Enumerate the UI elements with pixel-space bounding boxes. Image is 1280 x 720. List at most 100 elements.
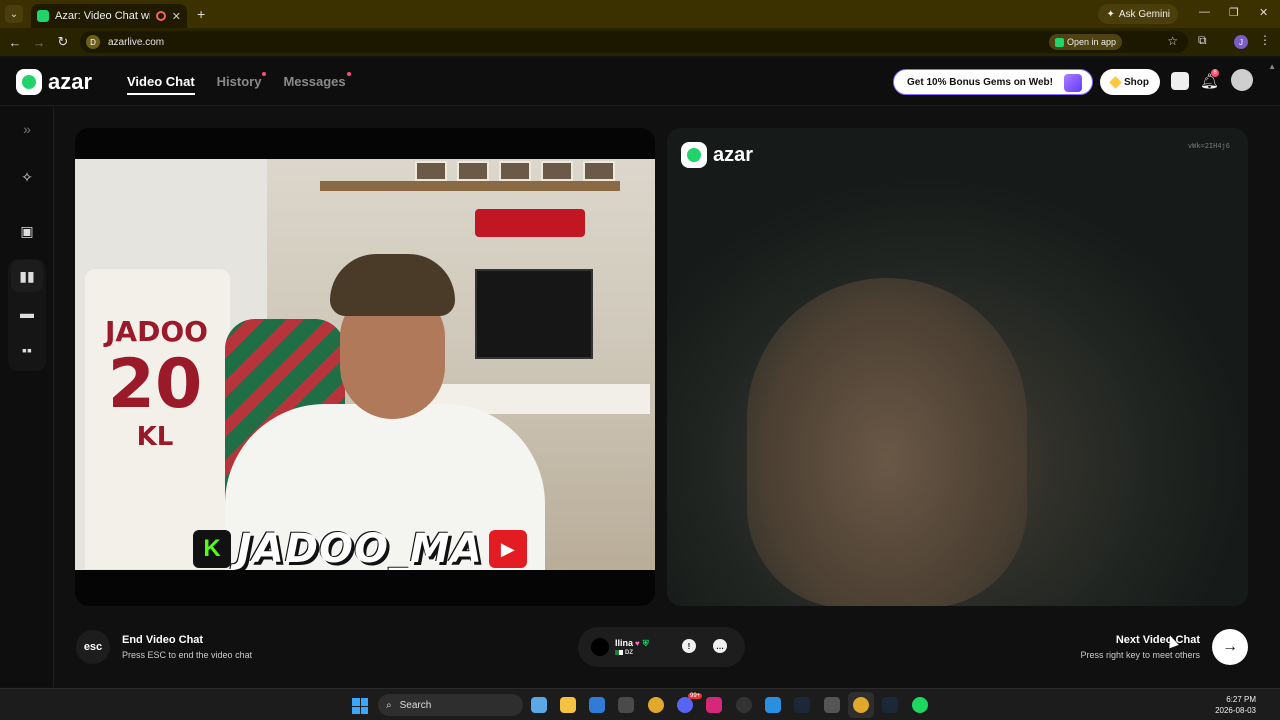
club-scarf: [475, 209, 585, 237]
peer-avatar[interactable]: [591, 638, 609, 656]
file-explorer-icon[interactable]: [560, 697, 576, 713]
scroll-up-arrow-icon[interactable]: ▲: [1268, 62, 1276, 71]
close-tab-icon[interactable]: ✕: [172, 10, 181, 23]
gift-icon: [1064, 74, 1082, 92]
main-nav: Video Chat History Messages: [127, 72, 351, 95]
local-user: [225, 254, 545, 570]
taskbar-search[interactable]: ⌕ Search: [378, 694, 523, 716]
instagram-icon[interactable]: [706, 697, 722, 713]
reload-icon[interactable]: ↻: [51, 34, 75, 50]
discord-badge: 99+: [688, 693, 703, 699]
end-chat-button[interactable]: esc: [76, 630, 110, 664]
sidebar: » ✧ ▣ ▮▮ ▬ ▪▪: [0, 107, 54, 687]
magic-wand-icon[interactable]: ✧: [11, 161, 43, 193]
window-app-icon[interactable]: [824, 697, 840, 713]
bonus-gems-promo-button[interactable]: Get 10% Bonus Gems on Web!: [893, 69, 1093, 95]
wall-shelf: [320, 181, 620, 191]
remote-logo-text: azar: [713, 143, 754, 166]
messages-unread-dot: [346, 72, 351, 76]
jersey-initials: KL: [136, 421, 174, 452]
tab-history[interactable]: History: [217, 72, 267, 95]
jersey-print: JADOO 20 KL: [105, 315, 208, 452]
inbox-icon[interactable]: [1171, 72, 1189, 90]
streamer-name: JADOO_MA: [237, 526, 483, 570]
bookmark-star-icon[interactable]: ☆: [1167, 34, 1178, 48]
chrome-icon[interactable]: [648, 697, 664, 713]
promo-label: Get 10% Bonus Gems on Web!: [907, 76, 1053, 88]
close-window-icon[interactable]: ✕: [1259, 6, 1268, 19]
report-shield-icon[interactable]: !: [682, 639, 696, 653]
next-chat-hint: Press right key to meet others: [1080, 650, 1200, 660]
chat-bubble-icon[interactable]: …: [713, 639, 727, 653]
clock-time: 6:27 PM: [1226, 695, 1256, 704]
app-icon[interactable]: [765, 697, 781, 713]
url-text: azarlive.com: [108, 36, 165, 48]
streamer-overlay: K JADOO_MA ▶: [193, 526, 527, 570]
local-user-hair: [330, 254, 455, 316]
minimize-window-icon[interactable]: —: [1199, 6, 1210, 18]
local-camera-feed: JADOO 20 KL K JADOO_MA ▶: [75, 159, 655, 570]
obs-icon[interactable]: [736, 697, 752, 713]
azar-logo-icon: [16, 69, 42, 95]
azar-logo-icon: [681, 142, 707, 168]
extensions-puzzle-icon[interactable]: ⧉: [1198, 33, 1207, 48]
next-chat-arrow-button[interactable]: →: [1212, 629, 1248, 665]
search-icon: ⌕: [386, 699, 392, 711]
discord-icon[interactable]: [677, 697, 693, 713]
open-in-app-label: Open in app: [1066, 37, 1116, 47]
jersey-name: JADOO: [105, 315, 208, 348]
store-icon[interactable]: [618, 697, 634, 713]
url-field[interactable]: D azarlive.com Open in app ☆: [80, 31, 1188, 53]
remote-video: azar vWk=2IH4j6: [667, 128, 1248, 606]
ask-gemini-button[interactable]: ✦ Ask Gemini: [1098, 4, 1178, 24]
site-info-icon[interactable]: D: [86, 35, 100, 49]
video-chat-area: JADOO 20 KL K JADOO_MA ▶ azar vWk=2IH4j6: [55, 107, 1280, 687]
peer-country: DZ: [625, 650, 633, 657]
end-chat-title[interactable]: End Video Chat: [122, 634, 203, 646]
expand-sidebar-icon[interactable]: »: [11, 113, 43, 145]
local-video: JADOO 20 KL K JADOO_MA ▶: [75, 128, 655, 606]
clock-date: 2026-08-03: [1215, 706, 1256, 715]
new-tab-button[interactable]: +: [197, 6, 205, 22]
gem-icon: [1109, 75, 1122, 89]
browser-menu-icon[interactable]: ⋮: [1259, 33, 1271, 47]
windows-start-icon[interactable]: [352, 698, 368, 714]
tab-search-button[interactable]: ⌄: [5, 5, 23, 23]
layout-grid-icon[interactable]: ▪▪: [11, 334, 43, 366]
user-avatar[interactable]: [1231, 69, 1253, 91]
browser-address-bar: ← → ↻ D azarlive.com Open in app ☆ ⧉ J ⋮: [0, 28, 1280, 56]
azar-logo[interactable]: azar: [16, 69, 92, 95]
photos-app-icon[interactable]: [531, 697, 547, 713]
forward-arrow-icon[interactable]: →: [27, 35, 51, 50]
browser-profile-avatar[interactable]: J: [1234, 35, 1248, 49]
open-in-app-button[interactable]: Open in app: [1048, 34, 1122, 50]
layout-stacked-icon[interactable]: ▬: [11, 297, 43, 329]
ask-gemini-label: Ask Gemini: [1118, 8, 1170, 20]
peer-name: Ilina: [615, 638, 634, 648]
app-header: azar Video Chat History Messages Get 10%…: [0, 58, 1280, 106]
kick-logo-icon: K: [193, 530, 231, 568]
browser-tab[interactable]: Azar: Video Chat with New ✕: [31, 4, 187, 28]
effects-icon[interactable]: ▣: [11, 215, 43, 247]
next-chat-title[interactable]: Next Video Chat: [1116, 634, 1200, 646]
azar-favicon-icon: [37, 10, 49, 22]
back-arrow-icon[interactable]: ←: [3, 35, 27, 50]
history-unread-dot: [262, 72, 267, 76]
steam-icon[interactable]: [794, 697, 810, 713]
azar-app-icon: [1054, 37, 1064, 47]
youtube-logo-icon: ▶: [488, 530, 527, 568]
outlook-icon[interactable]: [589, 697, 605, 713]
shop-label: Shop: [1124, 76, 1149, 88]
algeria-flag-icon: [615, 650, 623, 655]
shop-button[interactable]: Shop: [1100, 69, 1160, 95]
layout-side-by-side-icon[interactable]: ▮▮: [11, 260, 43, 292]
tab-video-chat[interactable]: Video Chat: [127, 74, 195, 95]
tab-title: Azar: Video Chat with New: [55, 10, 150, 22]
spotify-icon[interactable]: [912, 697, 928, 713]
tab-messages[interactable]: Messages: [283, 72, 351, 95]
restore-window-icon[interactable]: ❐: [1229, 6, 1239, 19]
steam-alt-icon[interactable]: [882, 697, 898, 713]
browser-tab-bar: ⌄ Azar: Video Chat with New ✕ + ✦ Ask Ge…: [0, 0, 1280, 28]
taskbar-clock[interactable]: 6:27 PM 2026-08-03: [1215, 694, 1256, 716]
chrome-active-icon[interactable]: [853, 697, 869, 713]
